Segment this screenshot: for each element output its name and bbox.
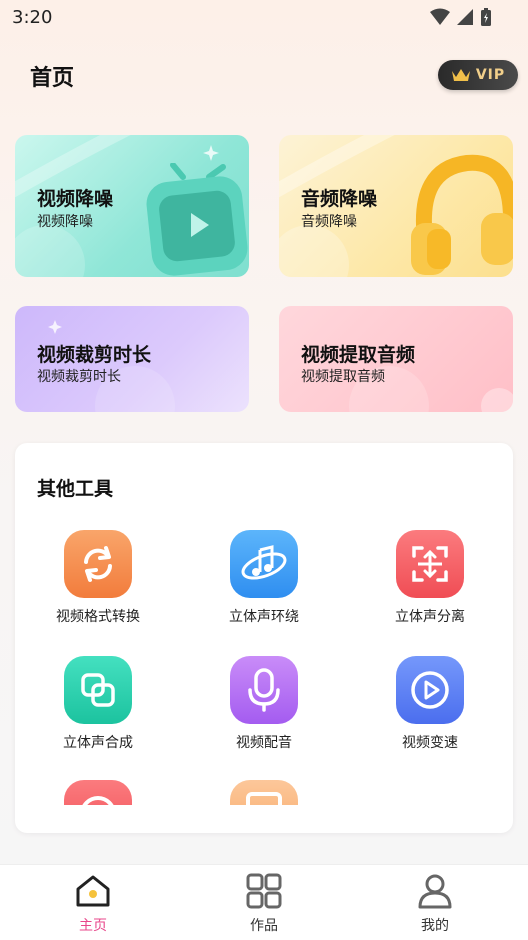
nav-label: 主页 xyxy=(79,918,107,934)
tool-video-format-convert[interactable]: 视频格式转换 xyxy=(23,530,173,626)
tool-label: 视频格式转换 xyxy=(56,609,140,625)
nav-home[interactable]: 主页 xyxy=(43,873,143,935)
tool-label: 视频配音 xyxy=(236,735,292,751)
wifi-icon xyxy=(430,8,450,25)
page-title: 首页 xyxy=(30,66,75,91)
section-title: 其他工具 xyxy=(37,478,114,500)
audio-denoise-card[interactable]: 音频降噪 音频降噪 xyxy=(279,135,513,277)
extract-audio-card[interactable]: 视频提取音频 视频提取音频 xyxy=(279,306,513,412)
card-title: 音频降噪 xyxy=(301,188,378,210)
card-subtitle: 视频提取音频 xyxy=(301,369,385,385)
vip-button[interactable]: VIP xyxy=(438,60,518,90)
status-bar: 3:20 xyxy=(0,0,528,36)
merge-icon xyxy=(64,656,132,724)
grid-icon xyxy=(246,873,282,909)
tool-stereo-surround[interactable]: 立体声环绕 xyxy=(189,530,339,626)
card-title: 视频裁剪时长 xyxy=(37,344,152,366)
profile-icon xyxy=(418,874,452,909)
convert-icon xyxy=(64,530,132,598)
headphones-icon xyxy=(411,154,513,275)
next-row-clip xyxy=(15,780,513,805)
tool-label: 立体声合成 xyxy=(63,735,133,751)
signal-icon xyxy=(457,9,473,25)
tool-label: 立体声分离 xyxy=(395,609,465,625)
tool-icon-partial[interactable] xyxy=(230,780,298,805)
status-time: 3:20 xyxy=(12,7,53,28)
tool-stereo-merge[interactable]: 立体声合成 xyxy=(23,656,173,752)
tool-video-speed[interactable]: 视频变速 xyxy=(355,656,505,752)
nav-label: 作品 xyxy=(250,918,278,934)
tool-video-dubbing[interactable]: 视频配音 xyxy=(189,656,339,752)
music-surround-icon xyxy=(230,530,298,598)
tool-label: 立体声环绕 xyxy=(229,609,299,625)
tool-icon-partial[interactable] xyxy=(64,780,132,805)
battery-icon xyxy=(481,8,491,26)
play-speed-icon xyxy=(396,656,464,724)
nav-label: 我的 xyxy=(421,918,449,934)
home-icon xyxy=(76,875,110,907)
vip-label: VIP xyxy=(475,67,506,83)
tv-icon xyxy=(146,163,248,276)
other-tools-panel: 其他工具 视频格式转换 立体声环绕 立体声分离 立体声合成 视频配音 视频变速 xyxy=(15,443,513,833)
microphone-icon xyxy=(230,656,298,724)
nav-profile[interactable]: 我的 xyxy=(385,873,485,935)
tool-label: 视频变速 xyxy=(402,735,458,751)
status-icons xyxy=(430,7,492,27)
split-icon xyxy=(396,530,464,598)
card-subtitle: 音频降噪 xyxy=(301,214,357,230)
card-title: 视频降噪 xyxy=(37,188,114,210)
card-subtitle: 视频裁剪时长 xyxy=(37,369,121,385)
tool-stereo-split[interactable]: 立体声分离 xyxy=(355,530,505,626)
nav-works[interactable]: 作品 xyxy=(214,873,314,935)
crown-icon xyxy=(451,69,470,81)
video-denoise-card[interactable]: 视频降噪 视频降噪 xyxy=(15,135,249,277)
card-subtitle: 视频降噪 xyxy=(37,214,93,230)
card-title: 视频提取音频 xyxy=(301,344,416,366)
video-trim-card[interactable]: 视频裁剪时长 视频裁剪时长 xyxy=(15,306,249,412)
bottom-nav: 主页 作品 我的 xyxy=(0,864,528,940)
